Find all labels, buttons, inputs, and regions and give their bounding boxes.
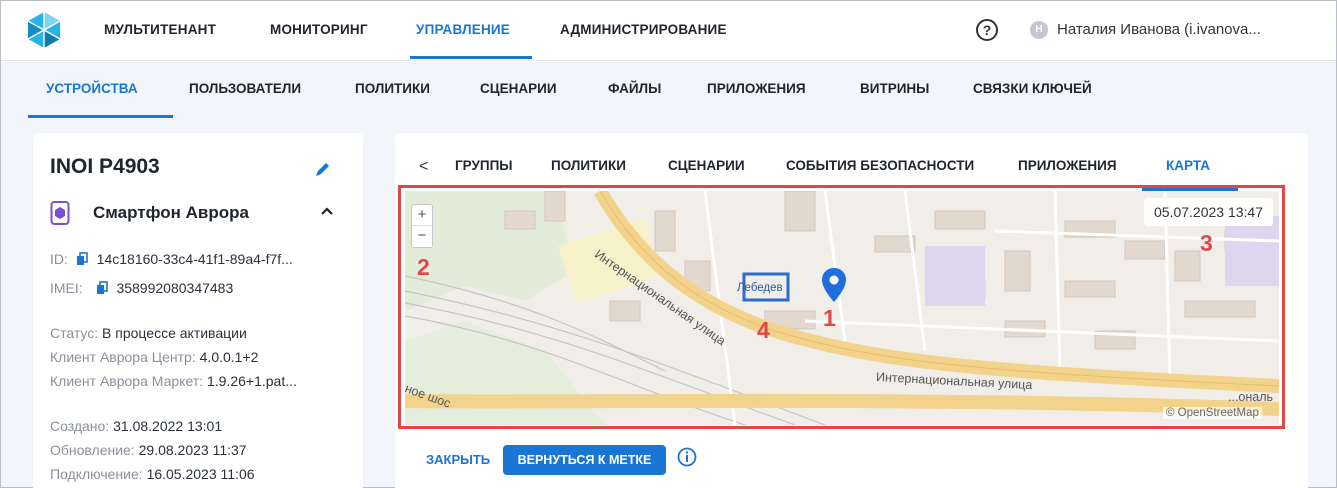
app-logo-icon[interactable] — [25, 11, 63, 49]
avatar[interactable]: Н — [1030, 21, 1048, 39]
device-imei-row: IMEI: 358992080347483 — [50, 280, 233, 296]
return-to-marker-button[interactable]: ВЕРНУТЬСЯ К МЕТКЕ — [503, 445, 666, 475]
topnav-administration[interactable]: АДМИНИСТРИРОВАНИЕ — [560, 22, 727, 37]
tab-map[interactable]: КАРТА — [1166, 158, 1210, 173]
updated-label: Обновление: — [50, 442, 135, 458]
user-menu[interactable]: Наталия Иванова (i.ivanova... — [1057, 21, 1261, 38]
topnav-management[interactable]: УПРАВЛЕНИЕ — [416, 22, 510, 37]
subnav-devices[interactable]: УСТРОЙСТВА — [46, 81, 138, 96]
annotation-marker-1: 1 — [823, 305, 836, 331]
updated-row: Обновление: 29.08.2023 11:37 — [50, 442, 247, 458]
device-status-row: Статус: В процессе активации — [50, 325, 247, 341]
annotation-marker-2: 2 — [417, 254, 430, 280]
tab-policies[interactable]: ПОЛИТИКИ — [551, 158, 626, 173]
client-market-value: 1.9.26+1.pat... — [206, 373, 297, 389]
device-id-row: ID: 14c18160-33c4-41f1-89a4-f7f... — [50, 251, 293, 267]
created-label: Создано: — [50, 418, 110, 434]
subnav-policies[interactable]: ПОЛИТИКИ — [355, 81, 430, 96]
tab-security-events[interactable]: СОБЫТИЯ БЕЗОПАСНОСТИ — [786, 158, 974, 173]
subnav-scenarios[interactable]: СЦЕНАРИИ — [480, 81, 557, 96]
info-icon[interactable] — [677, 447, 697, 467]
connected-label: Подключение: — [50, 466, 143, 482]
topnav-multitenant[interactable]: МУЛЬТИТЕНАНТ — [104, 22, 216, 37]
status-value: В процессе активации — [102, 325, 247, 341]
device-card: INOI P4903 Смартфон Аврора ID: 14c18160-… — [33, 133, 363, 488]
subnav-files[interactable]: ФАЙЛЫ — [608, 81, 661, 96]
subnav-active-indicator — [28, 115, 173, 118]
tab-groups[interactable]: ГРУППЫ — [455, 158, 513, 173]
device-imei-value: 358992080347483 — [116, 280, 234, 296]
close-button[interactable]: ЗАКРЫТЬ — [426, 452, 490, 467]
subnav-showcases[interactable]: ВИТРИНЫ — [860, 81, 929, 96]
help-icon[interactable]: ? — [976, 19, 998, 41]
tab-applications[interactable]: ПРИЛОЖЕНИЯ — [1018, 158, 1117, 173]
connected-row: Подключение: 16.05.2023 11:06 — [50, 466, 255, 482]
client-market-label: Клиент Аврора Маркет: — [50, 373, 204, 389]
topnav-monitoring[interactable]: МОНИТОРИНГ — [270, 22, 368, 37]
device-id-value: 14c18160-33c4-41f1-89a4-f7f... — [96, 251, 293, 267]
device-type: Смартфон Аврора — [93, 203, 249, 222]
subnav-users[interactable]: ПОЛЬЗОВАТЕЛИ — [189, 81, 301, 96]
chevron-up-icon[interactable] — [320, 206, 334, 216]
edit-pencil-icon[interactable] — [315, 161, 331, 177]
status-label: Статус: — [50, 325, 99, 341]
annotation-marker-3: 3 — [1200, 230, 1213, 256]
copy-icon[interactable] — [76, 252, 88, 266]
device-imei-label: IMEI: — [50, 280, 83, 296]
subnav-keychains[interactable]: СВЯЗКИ КЛЮЧЕЙ — [973, 81, 1092, 96]
created-row: Создано: 31.08.2022 13:01 — [50, 418, 222, 434]
details-tabs: < ГРУППЫ ПОЛИТИКИ СЦЕНАРИИ СОБЫТИЯ БЕЗОП… — [395, 133, 1308, 187]
annotation-highlight-frame — [398, 185, 1285, 429]
copy-icon[interactable] — [96, 281, 108, 295]
client-market-row: Клиент Аврора Маркет: 1.9.26+1.pat... — [50, 373, 297, 389]
connected-value: 16.05.2023 11:06 — [146, 466, 255, 482]
client-center-label: Клиент Аврора Центр: — [50, 349, 196, 365]
subnav-applications[interactable]: ПРИЛОЖЕНИЯ — [707, 81, 806, 96]
topnav-active-indicator — [410, 56, 532, 59]
annotation-marker-4: 4 — [757, 317, 770, 343]
client-center-row: Клиент Аврора Центр: 4.0.0.1+2 — [50, 349, 258, 365]
device-id-label: ID: — [50, 251, 68, 267]
tabs-scroll-back-button[interactable]: < — [419, 158, 428, 176]
tab-scenarios[interactable]: СЦЕНАРИИ — [668, 158, 745, 173]
created-value: 31.08.2022 13:01 — [113, 418, 223, 434]
device-title: INOI P4903 — [50, 155, 160, 178]
updated-value: 29.08.2023 11:37 — [138, 442, 247, 458]
smartphone-icon — [50, 201, 70, 225]
client-center-value: 4.0.0.1+2 — [199, 349, 259, 365]
